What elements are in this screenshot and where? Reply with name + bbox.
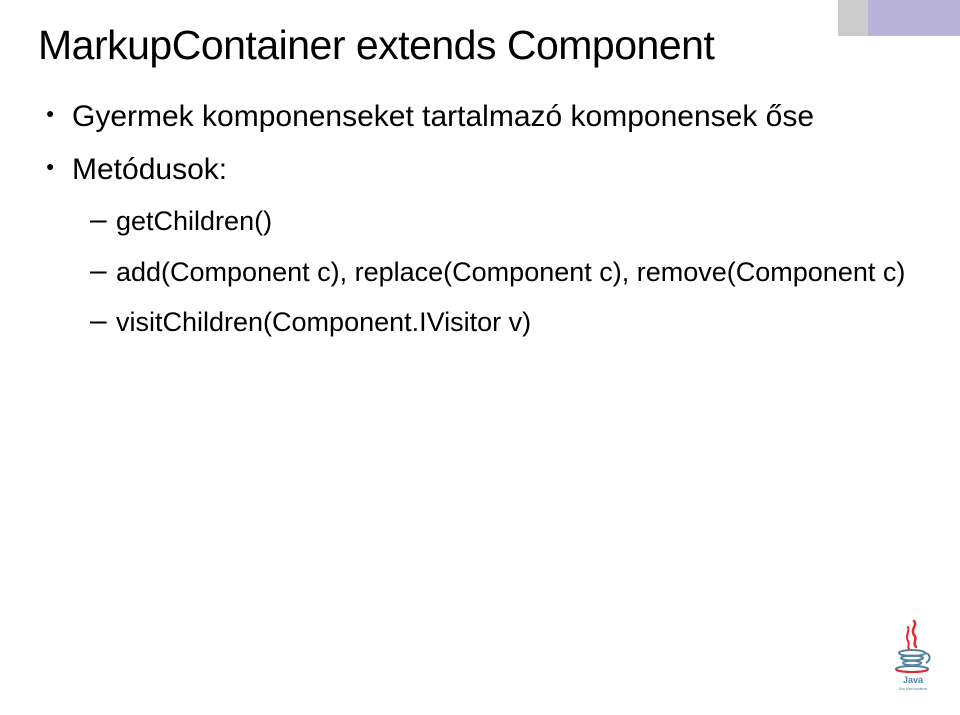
bullet-text: Metódusok: <box>72 153 227 186</box>
sub-item-text: getChildren() <box>116 206 272 236</box>
sub-item: add(Component c), replace(Component c), … <box>90 254 922 290</box>
sub-item: getChildren() <box>90 203 922 239</box>
slide-content: MarkupContainer extends Component Gyerme… <box>0 0 960 376</box>
java-logo-icon: Java Sun Microsystems <box>890 617 936 693</box>
accent-gray-block <box>838 0 868 36</box>
accent-purple-block <box>868 0 960 36</box>
bullet-item: Gyermek komponenseket tartalmazó kompone… <box>46 97 922 136</box>
sub-item-text: visitChildren(Component.IVisitor v) <box>116 307 531 337</box>
sub-item-text: add(Component c), replace(Component c), … <box>116 257 905 287</box>
svg-text:Sun Microsystems: Sun Microsystems <box>899 687 928 691</box>
sub-list: getChildren() add(Component c), replace(… <box>72 203 922 340</box>
svg-text:Java: Java <box>903 675 924 685</box>
slide-title: MarkupContainer extends Component <box>38 22 922 69</box>
bullet-text: Gyermek komponenseket tartalmazó kompone… <box>72 100 814 133</box>
bullet-list: Gyermek komponenseket tartalmazó kompone… <box>38 97 922 340</box>
sub-item: visitChildren(Component.IVisitor v) <box>90 304 922 340</box>
top-accent-bar <box>838 0 960 36</box>
bullet-item: Metódusok: getChildren() add(Component c… <box>46 150 922 340</box>
